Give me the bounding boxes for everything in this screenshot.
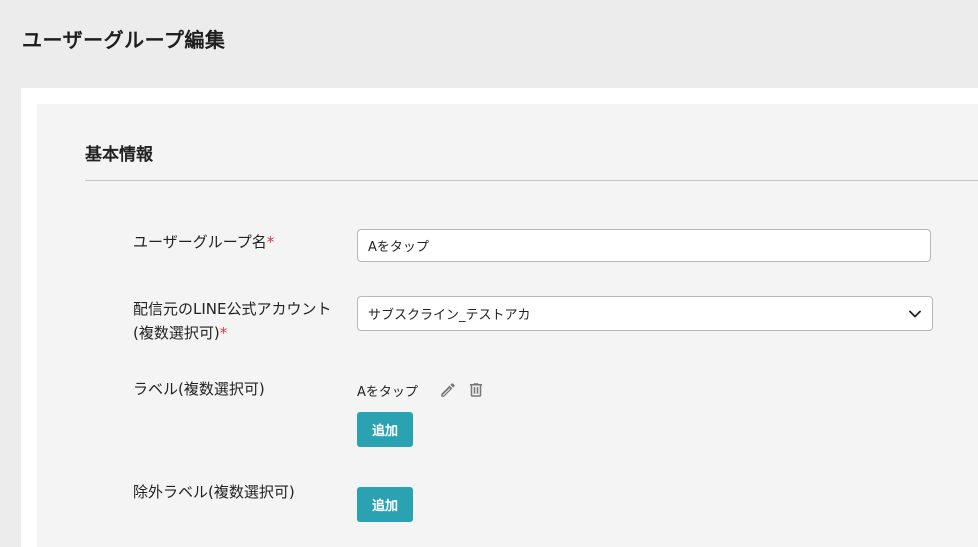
line-account-label-line1: 配信元のLINE公式アカウント — [133, 300, 332, 318]
group-name-label: ユーザーグループ名* — [133, 230, 274, 254]
required-mark: * — [219, 324, 228, 342]
labels-label: ラベル(複数選択可) — [133, 380, 265, 398]
chevron-down-icon — [908, 307, 922, 321]
line-account-selected-value: サブスクライン_テストアカ — [368, 308, 531, 323]
add-label-button[interactable]: 追加 — [357, 412, 413, 447]
line-account-label-line2-wrap: (複数選択可)* — [133, 321, 331, 345]
trash-icon[interactable] — [466, 380, 486, 400]
required-mark: * — [266, 233, 275, 251]
line-account-select[interactable]: サブスクライン_テストアカ — [357, 296, 933, 331]
page-title: ユーザーグループ編集 — [22, 28, 226, 52]
label-chip: Aをタップ — [357, 380, 494, 400]
line-account-label-line2: (複数選択可) — [133, 324, 220, 342]
pencil-icon[interactable] — [438, 380, 458, 400]
label-chip-text: Aをタップ — [357, 384, 418, 400]
exclude-labels-label: 除外ラベル(複数選択可) — [133, 483, 295, 501]
section-title: 基本情報 — [85, 145, 153, 165]
group-name-input[interactable] — [357, 229, 931, 262]
line-account-label: 配信元のLINE公式アカウント (複数選択可)* — [133, 297, 331, 345]
group-name-label-text: ユーザーグループ名 — [133, 233, 267, 251]
section-divider — [85, 180, 978, 181]
add-exclude-label-button[interactable]: 追加 — [357, 487, 413, 522]
